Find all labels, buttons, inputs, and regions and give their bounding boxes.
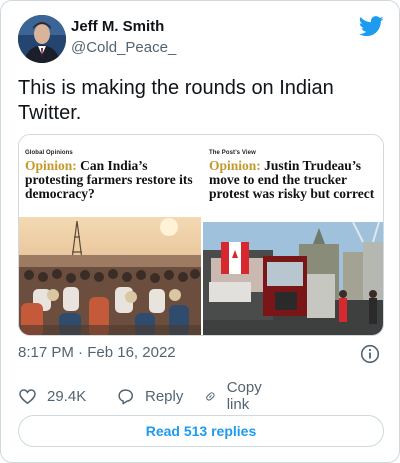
tweet-card: Jeff M. Smith @Cold_Peace_ This is makin…	[0, 0, 400, 463]
panel-kicker: Global Opinions	[25, 150, 73, 156]
avatar[interactable]	[18, 15, 66, 63]
headline-opinion-label: Opinion:	[209, 158, 261, 173]
author-handle[interactable]: @Cold_Peace_	[71, 39, 176, 56]
user-avatar-icon	[18, 15, 66, 63]
link-icon	[206, 391, 215, 401]
read-replies-button[interactable]: Read 513 replies	[18, 415, 384, 447]
author-display-name[interactable]: Jeff M. Smith	[71, 18, 164, 35]
heart-icon	[19, 388, 36, 404]
headline-opinion-label: Opinion:	[25, 158, 77, 173]
reply-button[interactable]: Reply	[116, 386, 183, 406]
panel-kicker: The Post’s View	[209, 150, 256, 156]
reply-label: Reply	[145, 387, 184, 405]
tweet-text: This is making the rounds on Indian Twit…	[18, 77, 334, 124]
like-button[interactable]: 29.4K	[18, 386, 86, 406]
copy-link-button[interactable]: Copy link	[204, 379, 268, 413]
farmers-protest-photo	[19, 217, 201, 335]
media-panel-canada[interactable]: The Post’s View Opinion: Justin Trudeau’…	[201, 135, 383, 335]
reply-bubble-icon	[118, 388, 133, 404]
tweet-timestamp[interactable]: 8:17 PM · Feb 16, 2022	[18, 344, 176, 361]
meta-separator: ·	[73, 344, 88, 361]
panel-headline: Opinion: Justin Trudeau’s move to end th…	[209, 159, 381, 201]
info-icon[interactable]	[360, 344, 380, 364]
tweet-time: 8:17 PM	[18, 344, 74, 361]
twitter-bird-icon[interactable]	[359, 16, 384, 37]
media-panel-india[interactable]: Global Opinions Opinion: Can India’s pro…	[19, 135, 201, 335]
copy-link-label: Copy link	[226, 379, 262, 413]
tweet-date: Feb 16, 2022	[87, 344, 176, 361]
panel-headline: Opinion: Can India’s protesting farmers …	[25, 159, 197, 201]
like-count: 29.4K	[47, 387, 87, 405]
tweet-media[interactable]: Global Opinions Opinion: Can India’s pro…	[18, 134, 384, 336]
trucker-protest-photo	[203, 222, 383, 335]
